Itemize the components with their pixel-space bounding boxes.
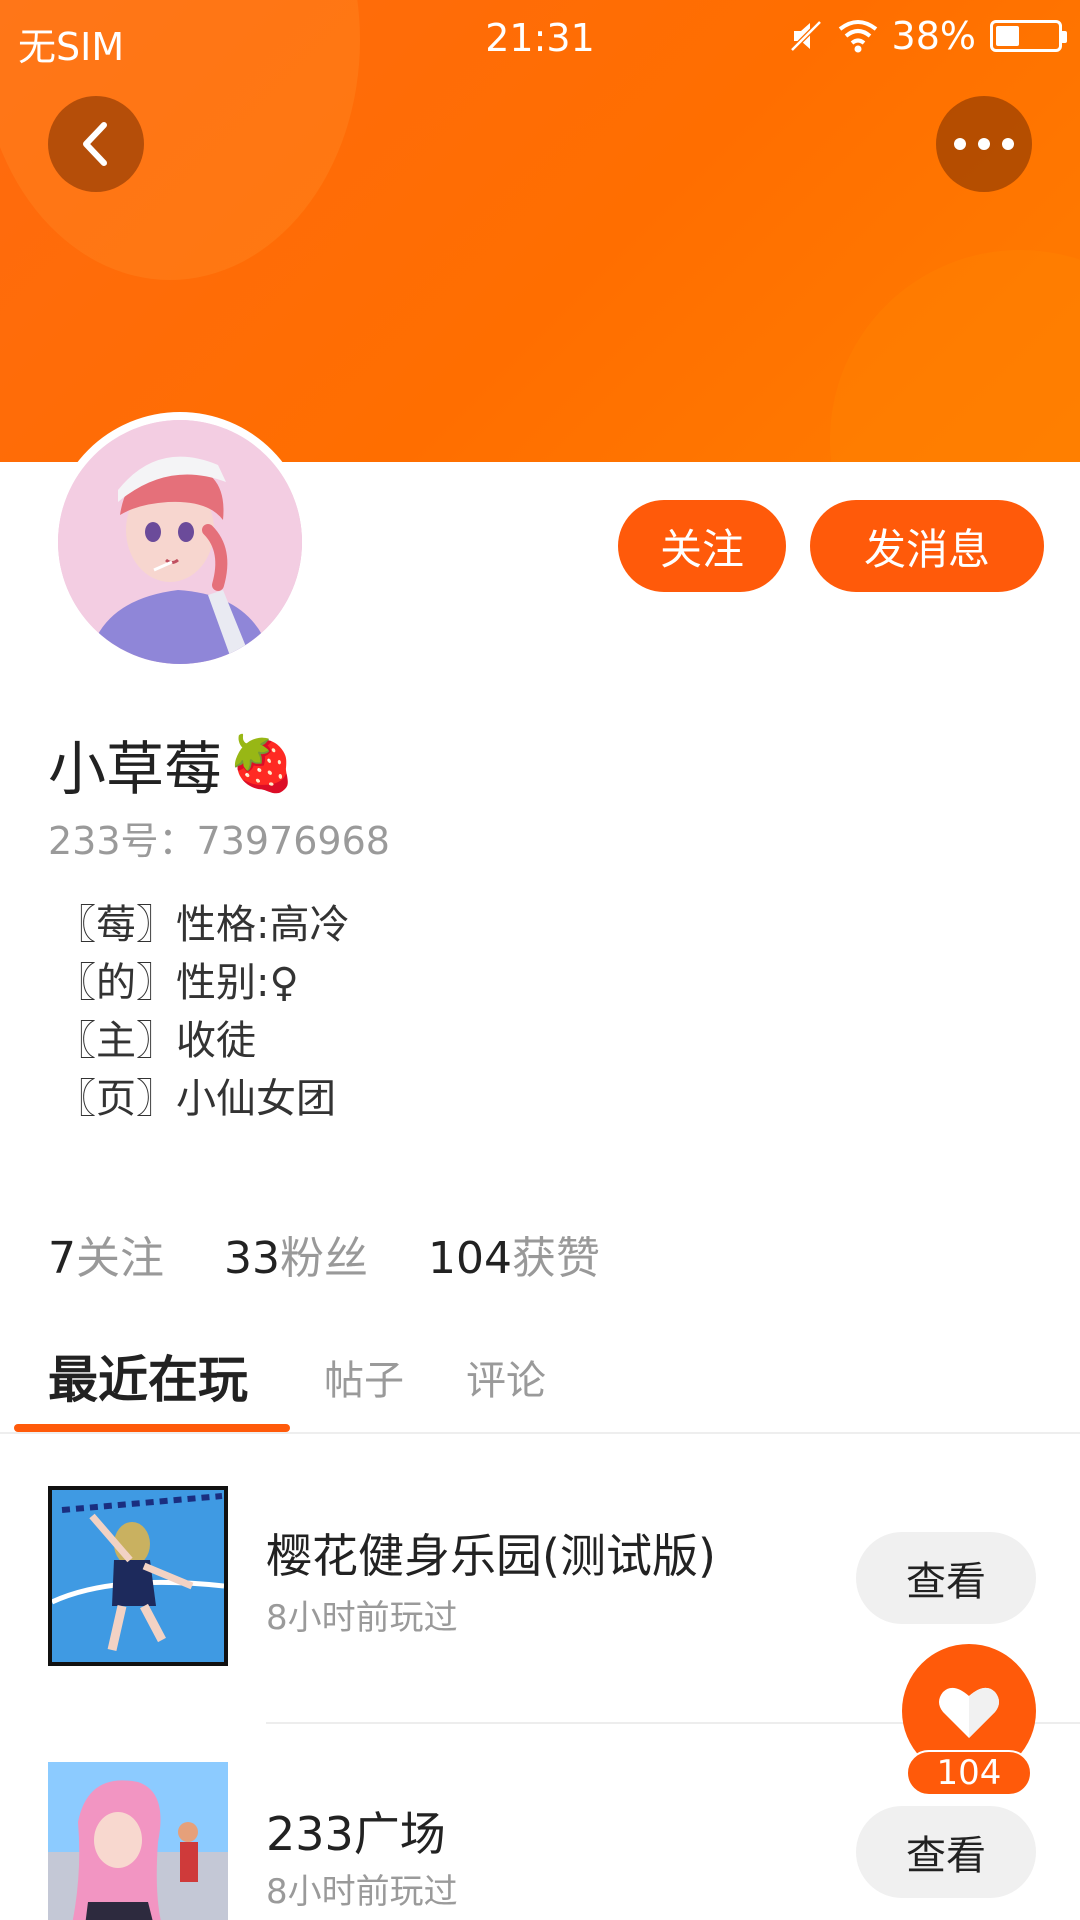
- battery-icon: [990, 20, 1067, 52]
- bio-line: 〖的〗性别:♀: [56, 960, 299, 1006]
- ellipsis-icon: [954, 138, 1014, 150]
- game-title: 樱花健身乐园(测试版): [266, 1529, 716, 1583]
- battery-fill: [996, 26, 1019, 46]
- battery-percent: 38%: [891, 14, 976, 58]
- game-title: 233广场: [266, 1807, 446, 1861]
- active-tab-indicator: [14, 1424, 290, 1432]
- stat-label: 粉丝: [280, 1233, 368, 1284]
- profile-tabs: 最近在玩 帖子 评论: [0, 1330, 1080, 1434]
- stat-following[interactable]: 7关注: [48, 1222, 164, 1286]
- avatar-image: [58, 420, 302, 664]
- chevron-left-icon: [83, 122, 107, 166]
- username: 小草莓 🍓: [48, 722, 295, 806]
- stat-value: 33: [224, 1233, 280, 1284]
- profile-screen: 无SIM 21:31 38% 关注 发消息 小草莓 🍓 233号：7397696…: [0, 0, 1080, 1920]
- back-button[interactable]: [48, 96, 144, 192]
- stat-label: 关注: [76, 1233, 164, 1284]
- username-text: 小草莓: [48, 735, 223, 803]
- game-thumbnail: [48, 1486, 228, 1666]
- bio: 〖莓〗性格:高冷 〖的〗性别:♀ 〖主〗收徒 〖页〗小仙女团: [56, 896, 349, 1128]
- stat-label: 获赞: [511, 1233, 600, 1284]
- more-button[interactable]: [936, 96, 1032, 192]
- last-played: 8小时前玩过: [266, 1598, 458, 1638]
- like-count-badge: 104: [906, 1750, 1032, 1796]
- profile-stats: 7关注 33粉丝 104获赞: [48, 1222, 600, 1286]
- stat-value: 104: [428, 1233, 512, 1284]
- game-thumbnail: [48, 1762, 228, 1920]
- bio-line: 〖莓〗性格:高冷: [56, 902, 350, 948]
- banner-decoration: [830, 250, 1080, 462]
- wifi-icon: [838, 20, 877, 53]
- stat-likes[interactable]: 104获赞: [428, 1222, 600, 1286]
- view-button[interactable]: 查看: [856, 1532, 1036, 1624]
- stat-followers[interactable]: 33粉丝: [224, 1222, 368, 1286]
- last-played: 8小时前玩过: [266, 1872, 458, 1912]
- follow-button[interactable]: 关注: [618, 500, 786, 592]
- status-bar: 无SIM 21:31 38%: [0, 0, 1080, 74]
- tab-comments[interactable]: 评论: [466, 1348, 546, 1406]
- view-button[interactable]: 查看: [856, 1806, 1036, 1898]
- mute-icon: [789, 20, 822, 52]
- heart-icon: [939, 1687, 999, 1738]
- tab-posts[interactable]: 帖子: [324, 1348, 404, 1406]
- status-icons: 38%: [788, 14, 1067, 58]
- stat-value: 7: [48, 1233, 76, 1284]
- bio-line: 〖页〗小仙女团: [56, 1076, 336, 1122]
- tab-recently-played[interactable]: 最近在玩: [48, 1340, 248, 1412]
- bio-line: 〖主〗收徒: [56, 1018, 256, 1064]
- strawberry-emoji: 🍓: [228, 732, 296, 795]
- user-id: 233号：73976968: [48, 819, 390, 863]
- avatar[interactable]: [50, 412, 310, 672]
- send-message-button[interactable]: 发消息: [810, 500, 1044, 592]
